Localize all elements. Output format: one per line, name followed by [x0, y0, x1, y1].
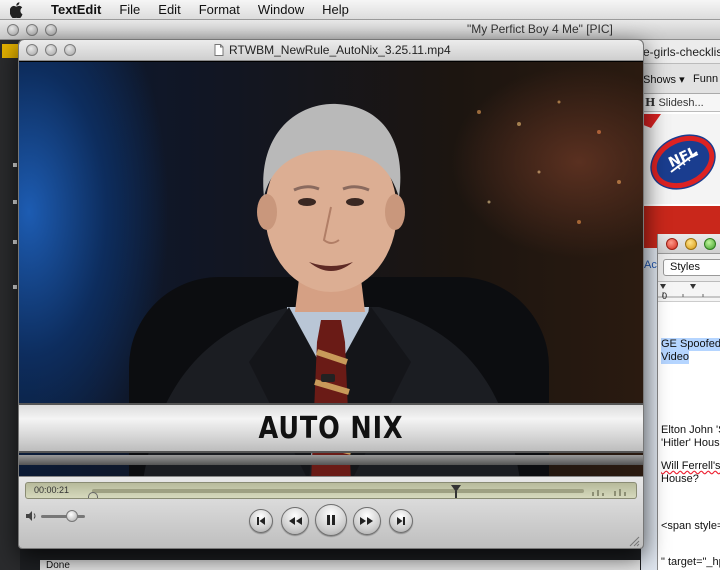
- resize-grip-icon[interactable]: [629, 536, 640, 547]
- player-titlebar[interactable]: RTWBM_NewRule_AutoNix_3.25.11.mp4: [19, 40, 643, 61]
- background-textedit-titlebar: "My Perfict Boy 4 Me" [PIC]: [0, 20, 720, 40]
- format-toolbar: Styles: [658, 254, 720, 282]
- ruler-zero-label: 0: [662, 291, 668, 301]
- menu-help[interactable]: Help: [313, 2, 358, 17]
- minimize-icon[interactable]: [45, 44, 57, 56]
- zoom-icon[interactable]: [64, 44, 76, 56]
- styles-popup[interactable]: Styles: [663, 259, 720, 276]
- document-window-controls[interactable]: [666, 238, 716, 250]
- site-logo-icon: H: [645, 96, 656, 109]
- timeline-scrubber[interactable]: 00:00:21: [25, 482, 637, 499]
- fast-forward-icon: [360, 517, 373, 525]
- go-to-end-button[interactable]: [389, 509, 413, 533]
- menu-edit[interactable]: Edit: [149, 2, 189, 17]
- lower-third-bar: [19, 455, 643, 465]
- player-window-controls[interactable]: [26, 44, 76, 56]
- zoom-icon[interactable]: [704, 238, 716, 250]
- close-icon[interactable]: [26, 44, 38, 56]
- ruler-marks-icon: [658, 284, 720, 298]
- menu-window[interactable]: Window: [249, 2, 313, 17]
- skip-forward-icon: [397, 517, 405, 525]
- bookmark-funny[interactable]: Funn: [693, 73, 718, 85]
- slideshow-link[interactable]: H Slidesh...: [641, 94, 720, 112]
- volume-knob[interactable]: [65, 509, 78, 522]
- menu-app-name[interactable]: TextEdit: [42, 2, 110, 17]
- status-text: Done: [46, 560, 70, 570]
- bookmarks-bar: Shows ▾ Funn: [641, 64, 720, 94]
- skip-back-icon: [257, 517, 265, 525]
- minimize-icon[interactable]: [685, 238, 697, 250]
- lower-third-banner: AUTO NIX: [19, 403, 643, 465]
- playhead-line: [455, 491, 458, 498]
- pause-icon: [327, 515, 335, 525]
- close-icon[interactable]: [666, 238, 678, 250]
- menu-format[interactable]: Format: [190, 2, 249, 17]
- minimize-icon[interactable]: [26, 24, 38, 36]
- styles-label: Styles: [670, 261, 700, 273]
- edge-marker: [13, 163, 17, 167]
- pause-button[interactable]: [315, 504, 347, 536]
- doc-line-4[interactable]: 'Hitler' House: [661, 437, 720, 450]
- slideshow-label: Slidesh...: [658, 97, 704, 109]
- volume-control[interactable]: [25, 509, 85, 522]
- page-fragment-text: Ac: [644, 259, 657, 271]
- volume-slider[interactable]: [41, 509, 85, 522]
- current-time: 00:00:21: [34, 485, 70, 495]
- edge-marker: [13, 285, 17, 289]
- rewind-icon: [289, 517, 302, 525]
- document-titlebar: [658, 234, 720, 254]
- address-bar[interactable]: e-girls-checklis: [641, 40, 720, 64]
- folder-tab-icon: [2, 44, 18, 58]
- rewind-button[interactable]: [281, 507, 309, 535]
- background-window-title: "My Perfict Boy 4 Me" [PIC]: [467, 22, 613, 36]
- speaker-icon[interactable]: [25, 510, 37, 522]
- document-icon: [214, 44, 224, 56]
- chyron-text: AUTO NIX: [258, 411, 404, 446]
- status-bar: Done: [40, 560, 640, 570]
- edge-marker: [13, 240, 17, 244]
- textedit-document-window: Styles 0 GE Spoofed. Video Elton John 'S…: [657, 234, 720, 570]
- video-frame[interactable]: AUTO NIX: [19, 62, 643, 514]
- menu-bar: TextEdit File Edit Format Window Help: [0, 0, 720, 20]
- level-meter-icon: [592, 488, 632, 496]
- bookmark-shows[interactable]: Shows ▾: [643, 73, 685, 86]
- doc-line-7[interactable]: <span style=: [661, 520, 720, 533]
- edge-marker: [13, 200, 17, 204]
- doc-line-5[interactable]: Will Ferrell's: [661, 460, 720, 473]
- doc-line-6[interactable]: House?: [661, 473, 699, 486]
- doc-line-1[interactable]: GE Spoofed.: [661, 338, 720, 351]
- playback-controls: 00:00:21: [19, 476, 643, 548]
- timeline-track[interactable]: [92, 489, 584, 493]
- doc-line-2[interactable]: Video: [661, 351, 689, 364]
- zoom-icon[interactable]: [45, 24, 57, 36]
- doc-line-3[interactable]: Elton John 'S: [661, 424, 720, 437]
- left-window-edge: [0, 40, 20, 570]
- menu-file[interactable]: File: [110, 2, 149, 17]
- ruler[interactable]: 0: [658, 282, 720, 302]
- video-filename: RTWBM_NewRule_AutoNix_3.25.11.mp4: [229, 43, 451, 57]
- close-icon[interactable]: [7, 24, 19, 36]
- go-to-start-button[interactable]: [249, 509, 273, 533]
- fast-forward-button[interactable]: [353, 507, 381, 535]
- selection-marker-icon[interactable]: [88, 492, 98, 498]
- background-window-controls[interactable]: [7, 24, 57, 36]
- quicktime-player-window: RTWBM_NewRule_AutoNix_3.25.11.mp4 AUTO N…: [18, 39, 644, 549]
- apple-icon[interactable]: [10, 1, 32, 18]
- doc-line-8[interactable]: " target="_hp: [661, 556, 720, 569]
- nfl-football-image[interactable]: NFL: [641, 114, 720, 204]
